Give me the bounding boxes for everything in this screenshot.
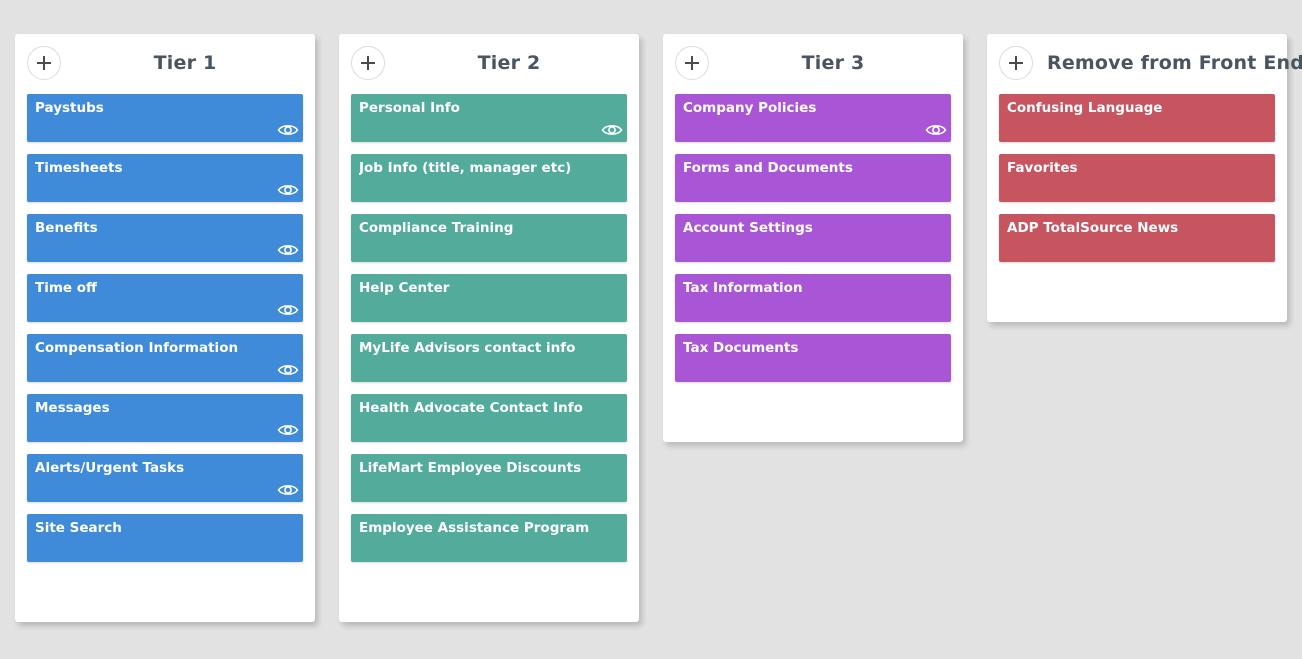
column-header: Tier 1 <box>27 46 303 82</box>
card-label: Paystubs <box>35 100 104 116</box>
column-tier-3: Tier 3 Company Policies Forms and Docume… <box>663 34 963 442</box>
card-tax-information[interactable]: Tax Information <box>675 274 951 322</box>
card-benefits[interactable]: Benefits <box>27 214 303 262</box>
card-label: Time off <box>35 280 97 296</box>
card-confusing-language[interactable]: Confusing Language <box>999 94 1275 142</box>
eye-icon[interactable] <box>277 482 299 498</box>
card-label: Personal Info <box>359 100 460 116</box>
card-label: ADP TotalSource News <box>1007 220 1179 236</box>
card-label: Tax Information <box>683 280 803 296</box>
card-label: Help Center <box>359 280 450 296</box>
card-label: Compensation Information <box>35 340 239 356</box>
card-company-policies[interactable]: Company Policies <box>675 94 951 142</box>
column-tier-2: Tier 2 Personal Info Job Info (title, ma… <box>339 34 639 622</box>
card-help-center[interactable]: Help Center <box>351 274 627 322</box>
column-title: Tier 3 <box>801 52 865 74</box>
card-label: Alerts/Urgent Tasks <box>35 460 185 476</box>
eye-icon[interactable] <box>277 122 299 138</box>
card-forms-and-documents[interactable]: Forms and Documents <box>675 154 951 202</box>
card-paystubs[interactable]: Paystubs <box>27 94 303 142</box>
add-card-button[interactable] <box>675 46 709 80</box>
card-lifemart-discounts[interactable]: LifeMart Employee Discounts <box>351 454 627 502</box>
card-employee-assistance[interactable]: Employee Assistance Program <box>351 514 627 562</box>
card-timesheets[interactable]: Timesheets <box>27 154 303 202</box>
card-time-off[interactable]: Time off <box>27 274 303 322</box>
card-alerts-urgent-tasks[interactable]: Alerts/Urgent Tasks <box>27 454 303 502</box>
eye-icon[interactable] <box>277 362 299 378</box>
card-label: Forms and Documents <box>683 160 853 176</box>
column-header: Tier 3 <box>675 46 951 82</box>
card-personal-info[interactable]: Personal Info <box>351 94 627 142</box>
card-label: Confusing Language <box>1007 100 1163 116</box>
plus-icon <box>685 56 699 70</box>
plus-icon <box>361 56 375 70</box>
plus-icon <box>37 56 51 70</box>
card-label: Timesheets <box>35 160 123 176</box>
add-card-button[interactable] <box>27 46 61 80</box>
card-favorites[interactable]: Favorites <box>999 154 1275 202</box>
plus-icon <box>1009 56 1023 70</box>
card-label: Health Advocate Contact Info <box>359 400 583 416</box>
eye-icon[interactable] <box>277 422 299 438</box>
eye-icon[interactable] <box>601 122 623 138</box>
column-remove-from-front-end: Remove from Front End Confusing Language… <box>987 34 1302 322</box>
card-label: Account Settings <box>683 220 813 236</box>
eye-icon[interactable] <box>277 182 299 198</box>
card-label: Compliance Training <box>359 220 514 236</box>
card-mylife-advisors[interactable]: MyLife Advisors contact info <box>351 334 627 382</box>
column-title: Tier 2 <box>477 52 541 74</box>
card-job-info[interactable]: Job Info (title, manager etc) <box>351 154 627 202</box>
card-label: Benefits <box>35 220 98 236</box>
column-tier-1: Tier 1 Paystubs Timesheets Benefits Time… <box>15 34 315 622</box>
card-health-advocate[interactable]: Health Advocate Contact Info <box>351 394 627 442</box>
card-label: Job Info (title, manager etc) <box>359 160 572 176</box>
card-label: Messages <box>35 400 110 416</box>
card-compliance-training[interactable]: Compliance Training <box>351 214 627 262</box>
card-label: Employee Assistance Program <box>359 520 590 536</box>
column-title: Tier 1 <box>153 52 217 74</box>
add-card-button[interactable] <box>999 46 1033 80</box>
column-header: Remove from Front End <box>999 46 1302 82</box>
card-account-settings[interactable]: Account Settings <box>675 214 951 262</box>
card-label: Favorites <box>1007 160 1078 176</box>
card-label: LifeMart Employee Discounts <box>359 460 582 476</box>
add-card-button[interactable] <box>351 46 385 80</box>
card-label: Site Search <box>35 520 122 536</box>
column-title: Remove from Front End <box>1047 52 1302 74</box>
column-header: Tier 2 <box>351 46 627 82</box>
eye-icon[interactable] <box>925 122 947 138</box>
card-compensation-information[interactable]: Compensation Information <box>27 334 303 382</box>
card-label: MyLife Advisors contact info <box>359 340 576 356</box>
board: Tier 1 Paystubs Timesheets Benefits Time… <box>15 34 1302 622</box>
card-site-search[interactable]: Site Search <box>27 514 303 562</box>
card-label: Company Policies <box>683 100 817 116</box>
card-tax-documents[interactable]: Tax Documents <box>675 334 951 382</box>
card-messages[interactable]: Messages <box>27 394 303 442</box>
card-adp-totalsource-news[interactable]: ADP TotalSource News <box>999 214 1275 262</box>
eye-icon[interactable] <box>277 302 299 318</box>
card-label: Tax Documents <box>683 340 799 356</box>
eye-icon[interactable] <box>277 242 299 258</box>
